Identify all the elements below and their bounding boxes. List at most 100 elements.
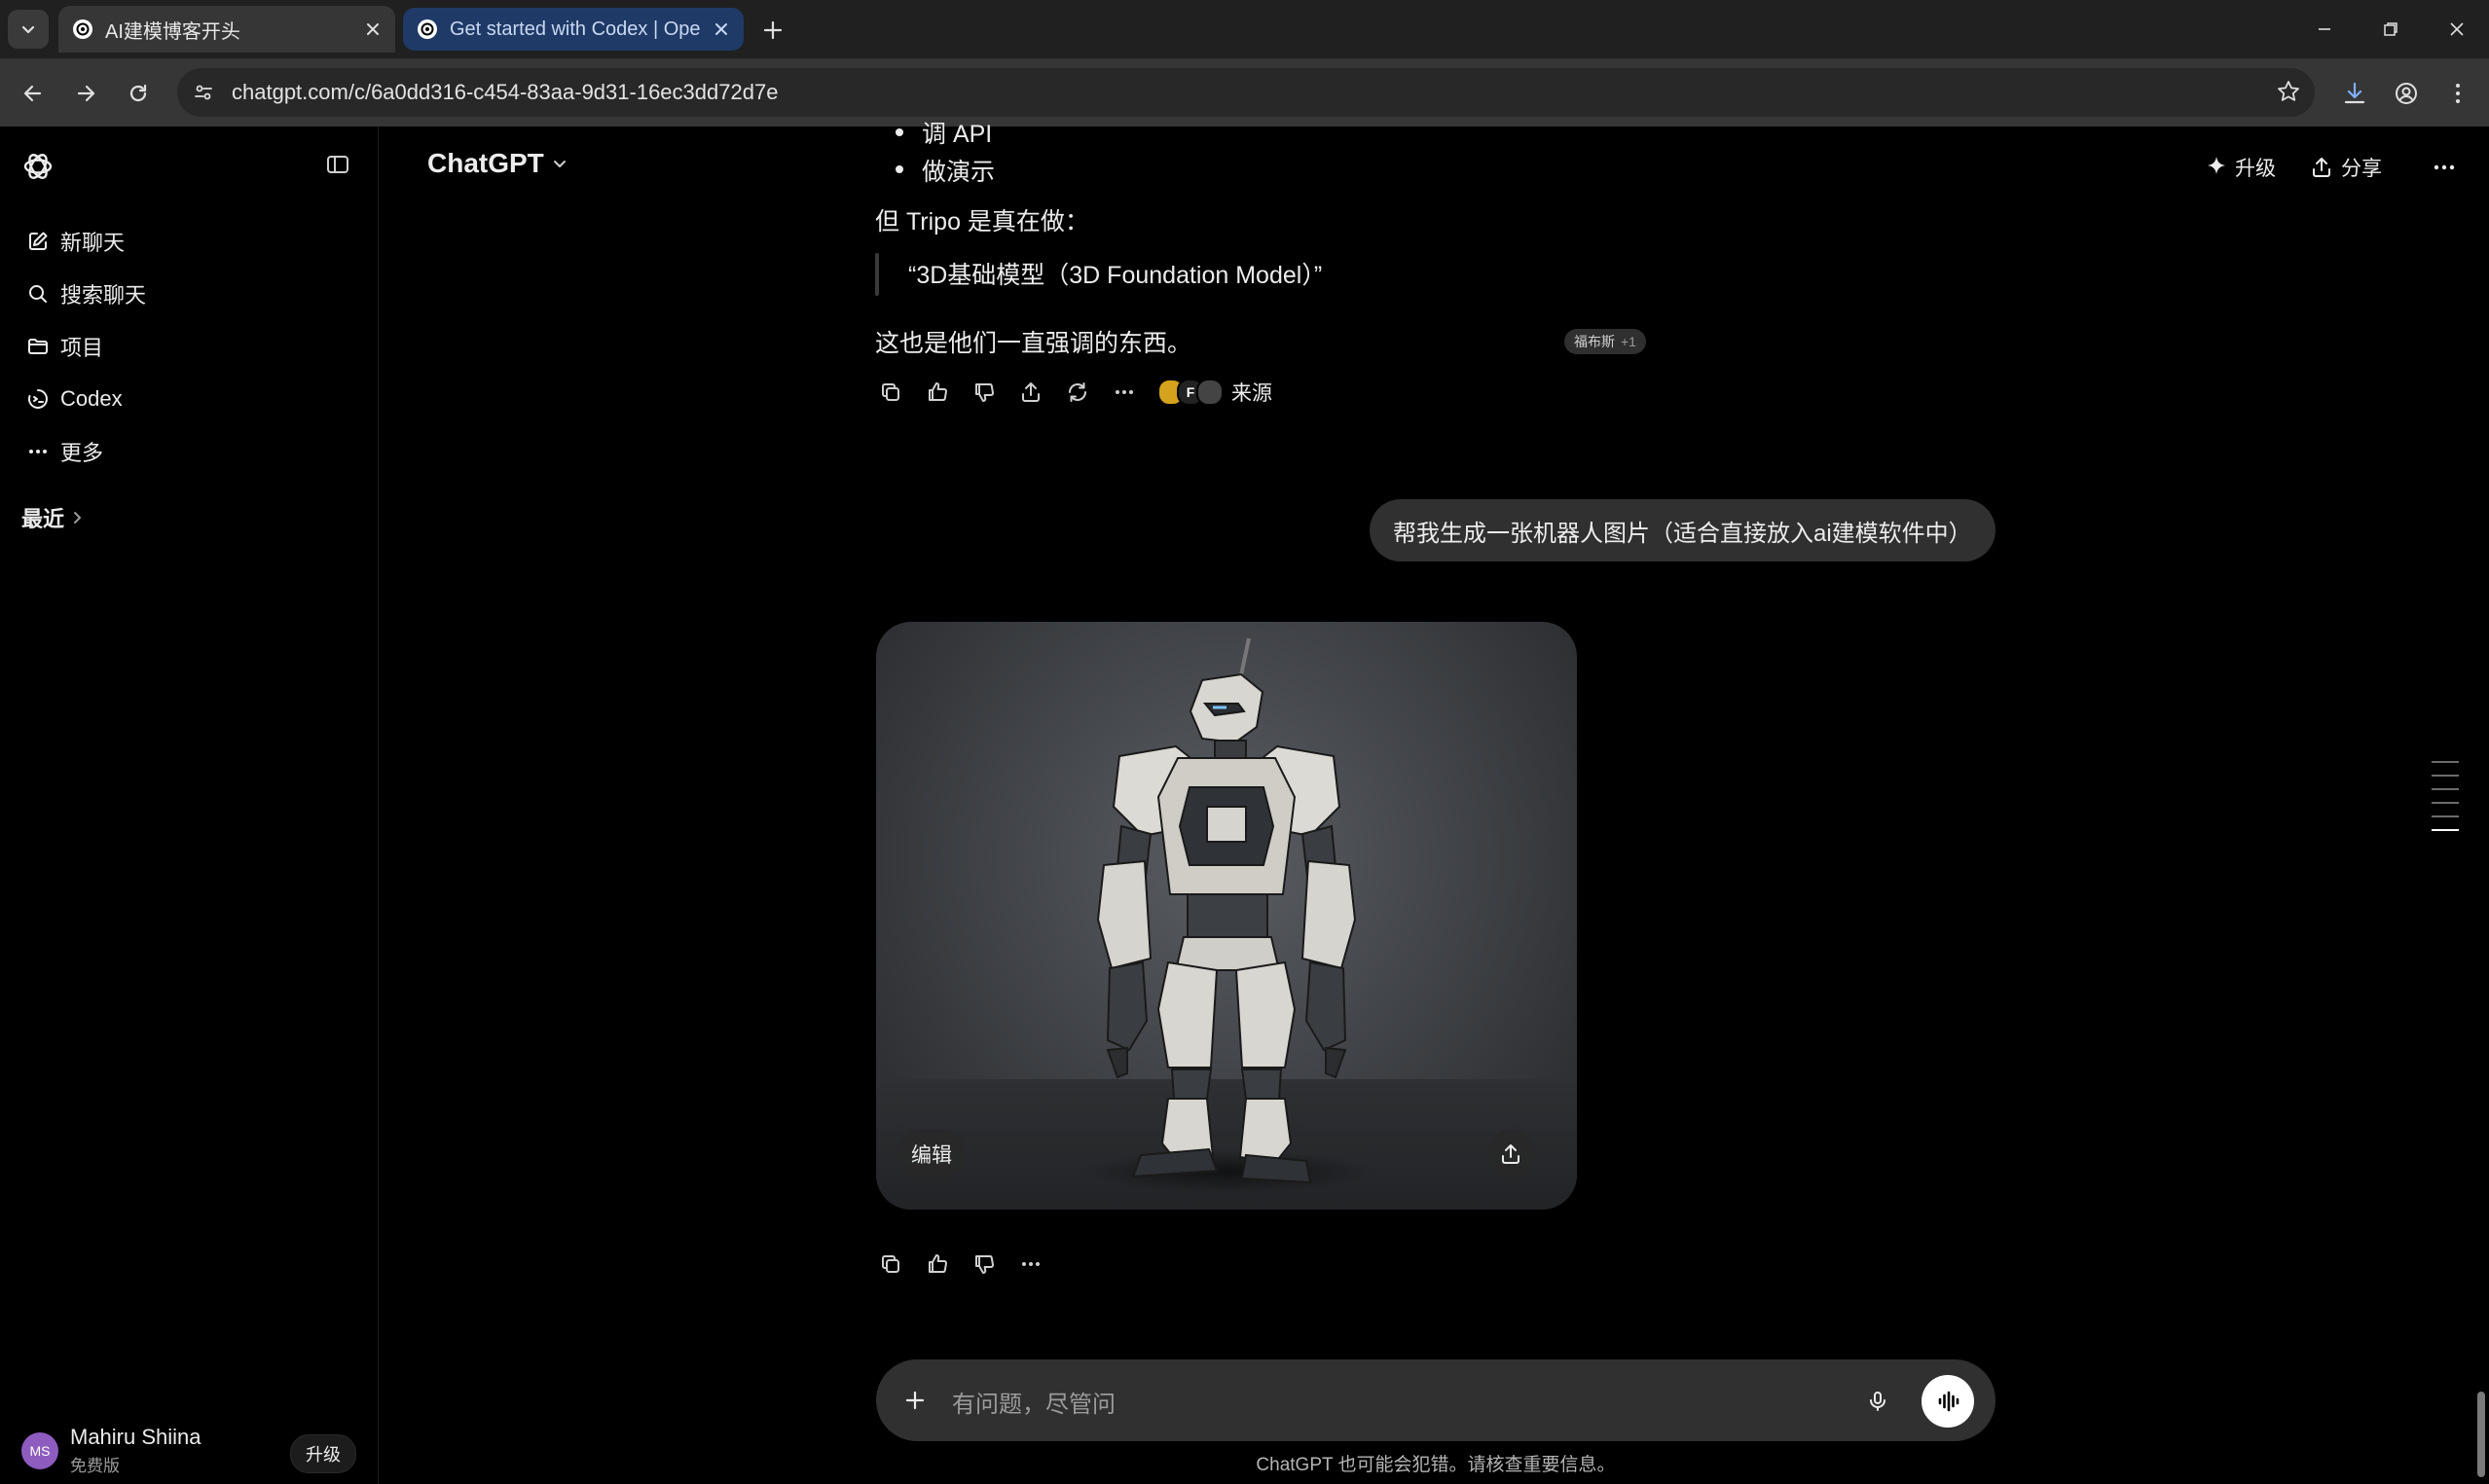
user-account-area[interactable]: MS Mahiru Shiina 免费版 升级 — [0, 1401, 378, 1484]
bullet-dot — [896, 128, 903, 136]
close-icon — [2450, 22, 2464, 36]
share-image-button[interactable] — [1486, 1130, 1535, 1178]
sidebar-item-search[interactable]: 搜索聊天 — [14, 271, 364, 317]
bookmark-star-icon[interactable] — [2276, 79, 2301, 104]
copy-button[interactable] — [873, 1247, 908, 1282]
forward-button[interactable] — [68, 76, 103, 111]
share-button[interactable]: 分享 — [2310, 150, 2382, 185]
site-info-icon[interactable] — [189, 78, 218, 107]
like-button[interactable] — [920, 1247, 955, 1282]
sidebar-item-label: 搜索聊天 — [60, 283, 147, 308]
source-favicon-icon — [1196, 379, 1224, 406]
minimize-button[interactable] — [2295, 8, 2354, 51]
close-window-button[interactable] — [2428, 8, 2486, 51]
recent-section-toggle[interactable]: 最近 — [21, 502, 84, 533]
address-bar[interactable]: chatgpt.com/c/6a0dd316-c454-83aa-9d31-16… — [177, 68, 2315, 117]
browser-tab[interactable]: Get started with Codex | Ope — [403, 8, 744, 51]
edit-image-button[interactable]: 编辑 — [897, 1130, 966, 1178]
restore-button[interactable] — [2361, 8, 2420, 51]
openai-favicon-icon — [73, 19, 92, 39]
sidebar-item-codex[interactable]: Codex — [14, 376, 364, 422]
profile-icon — [2396, 83, 2417, 104]
sidebar-item-projects[interactable]: 项目 — [14, 323, 364, 370]
sidebar-toggle-icon[interactable] — [325, 152, 350, 177]
codex-icon — [23, 384, 53, 414]
copy-button[interactable] — [873, 375, 908, 410]
conversation-minimap[interactable] — [2432, 761, 2459, 843]
browser-toolbar: chatgpt.com/c/6a0dd316-c454-83aa-9d31-16… — [0, 58, 2489, 127]
download-icon — [2344, 82, 2365, 104]
dictation-button[interactable] — [1859, 1383, 1896, 1420]
folder-icon — [23, 332, 53, 361]
assistant-paragraph: 但 Tripo 是真在做： — [875, 208, 1089, 235]
chevron-right-icon — [74, 512, 82, 524]
model-selector[interactable]: ChatGPT — [427, 148, 567, 179]
bullet-text: 做演示 — [922, 159, 996, 186]
citation-extra: +1 — [1621, 334, 1636, 349]
plus-icon — [905, 1391, 925, 1410]
tab-close-icon[interactable] — [707, 15, 736, 44]
dislike-button[interactable] — [967, 375, 1002, 410]
tab-title: AI建模博客开头 — [105, 20, 240, 43]
minimap-mark[interactable] — [2432, 802, 2459, 804]
profile-button[interactable] — [2388, 75, 2425, 112]
minimap-mark[interactable] — [2432, 761, 2459, 763]
recent-label: 最近 — [21, 507, 65, 531]
share-message-button[interactable] — [1013, 375, 1048, 410]
new-tab-button[interactable] — [755, 14, 790, 47]
back-button[interactable] — [16, 76, 51, 111]
sparkle-icon — [2208, 157, 2225, 174]
scrollbar-thumb[interactable] — [2477, 1392, 2485, 1477]
minimize-icon — [2319, 28, 2330, 30]
generated-robot-image[interactable]: 编辑 — [876, 622, 1577, 1210]
message-input[interactable]: 有问题，尽管问 — [952, 1385, 1116, 1419]
conversation-options-button[interactable] — [2431, 150, 2458, 185]
minimap-mark[interactable] — [2432, 788, 2459, 790]
tab-title: Get started with Codex | Ope — [450, 18, 701, 40]
search-icon — [23, 279, 53, 308]
header-upgrade-button[interactable]: 升级 — [2204, 150, 2276, 185]
message-composer: 有问题，尽管问 — [876, 1359, 1995, 1441]
attach-button[interactable] — [896, 1381, 934, 1420]
sidebar-upgrade-button[interactable]: 升级 — [290, 1434, 356, 1473]
message-actions: F 来源 — [873, 375, 1272, 410]
sources-button[interactable]: F 来源 — [1157, 378, 1272, 407]
browser-tab-active[interactable]: AI建模博客开头 — [58, 6, 395, 53]
main-chat-area: ChatGPT 升级 分享 调 API 做演示 但 Tripo 是真在做： “3… — [379, 121, 2489, 1484]
chatgpt-logo-icon[interactable] — [21, 150, 55, 183]
share-icon — [2313, 158, 2330, 177]
robot-illustration — [1082, 637, 1374, 1193]
tab-search-button[interactable] — [8, 10, 49, 49]
model-name: ChatGPT — [427, 148, 544, 178]
sidebar: 新聊天 搜索聊天 项目 Codex 更多 最近 MS Mahiru Shiina… — [0, 127, 379, 1484]
sidebar-item-new-chat[interactable]: 新聊天 — [14, 218, 364, 265]
more-actions-button[interactable] — [1013, 1247, 1048, 1282]
downloads-button[interactable] — [2336, 75, 2373, 112]
browser-menu-button[interactable] — [2439, 75, 2476, 112]
sidebar-item-more[interactable]: 更多 — [14, 428, 364, 475]
vertical-ellipsis-icon — [2456, 84, 2460, 103]
minimap-mark[interactable] — [2432, 815, 2459, 817]
minimap-mark[interactable] — [2432, 775, 2459, 777]
regenerate-button[interactable] — [1060, 375, 1095, 410]
more-actions-button[interactable] — [1107, 375, 1142, 410]
plus-icon — [763, 20, 783, 40]
avatar: MS — [21, 1432, 58, 1469]
citation-pill[interactable]: 福布斯 +1 — [1564, 329, 1646, 354]
disclaimer-text: ChatGPT 也可能会犯错。请核查重要信息。 — [1256, 1455, 1616, 1475]
copy-icon — [882, 383, 899, 401]
like-button[interactable] — [920, 375, 955, 410]
reload-button[interactable] — [121, 76, 156, 111]
user-plan: 免费版 — [70, 1457, 120, 1475]
url-text[interactable]: chatgpt.com/c/6a0dd316-c454-83aa-9d31-16… — [232, 80, 778, 105]
restore-icon — [2384, 22, 2397, 36]
image-message-actions — [873, 1247, 1060, 1282]
bullet-text: 调 API — [922, 121, 993, 148]
tab-close-icon[interactable] — [358, 15, 387, 44]
refresh-icon — [1069, 382, 1086, 402]
dislike-button[interactable] — [967, 1247, 1002, 1282]
reload-icon — [129, 84, 147, 102]
voice-mode-button[interactable] — [1922, 1375, 1974, 1428]
minimap-mark-active[interactable] — [2432, 829, 2459, 831]
copy-icon — [882, 1255, 899, 1273]
